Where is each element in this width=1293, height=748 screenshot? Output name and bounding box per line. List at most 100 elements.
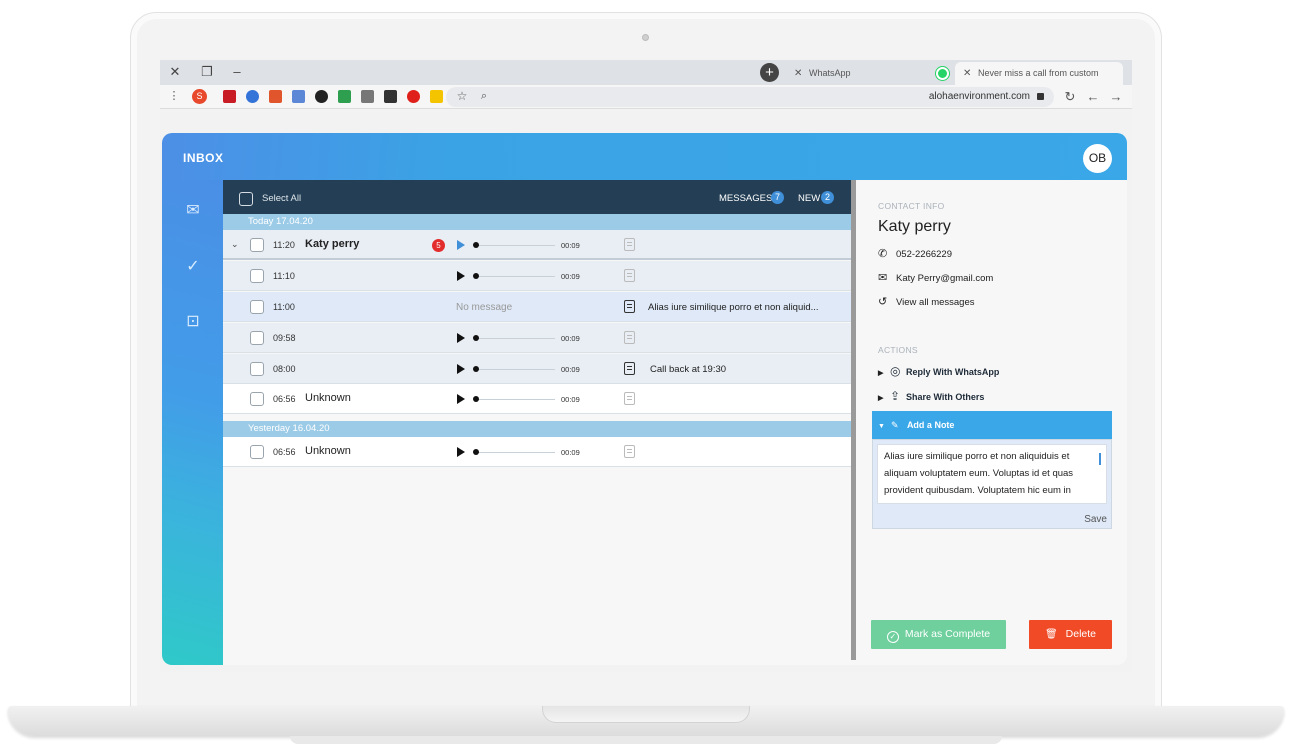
note-icon[interactable] — [624, 300, 635, 313]
audio-track[interactable] — [475, 399, 555, 400]
audio-duration: 00:09 — [561, 448, 580, 457]
mark-complete-button[interactable]: ✓ Mark as Complete — [871, 620, 1006, 649]
contact-email[interactable]: ✉ Katy Perry@gmail.com — [878, 271, 993, 284]
audio-track[interactable] — [475, 452, 555, 453]
messages-count-badge: 7 — [771, 191, 784, 204]
megaphone-extension-icon[interactable] — [269, 90, 282, 103]
select-all-label[interactable]: Select All — [262, 193, 301, 204]
audio-track[interactable] — [475, 369, 555, 370]
audio-scrubber[interactable] — [473, 273, 479, 279]
select-all-checkbox[interactable] — [239, 192, 253, 206]
audio-duration: 00:09 — [561, 365, 580, 374]
bookmark-star-icon[interactable]: ☆ — [454, 88, 470, 105]
messages-label: MESSAGES — [719, 193, 773, 204]
minimize-window-icon[interactable]: – — [228, 63, 246, 81]
audio-track[interactable] — [475, 245, 555, 246]
address-bar[interactable]: ☆ ⌕ alohaenvironment.com — [446, 87, 1054, 107]
add-note-header[interactable]: ▼ ✎ Add a Note — [872, 411, 1112, 439]
panel-splitter[interactable] — [851, 180, 856, 660]
share-others-action[interactable]: ▶ ⇪ Share With Others — [878, 389, 984, 403]
note-icon[interactable] — [624, 238, 635, 251]
delete-button[interactable]: 🗑 Delete — [1029, 620, 1112, 649]
table-row[interactable]: 08:00 00:09 Call back at 19:30 — [223, 354, 851, 384]
table-row[interactable]: 06:56 Unknown 00:09 — [223, 437, 851, 467]
contact-phone[interactable]: ✆ 052-2266229 — [878, 247, 952, 260]
email-text: Katy Perry@gmail.com — [896, 273, 994, 284]
new-tab-plus-icon[interactable]: + — [760, 63, 779, 82]
bolt-extension-icon[interactable] — [384, 90, 397, 103]
tab-never-miss-call[interactable]: ✕ Never miss a call from customers — [955, 62, 1123, 85]
row-time: 06:56 — [273, 447, 296, 457]
back-arrow-icon[interactable]: ← — [1085, 88, 1101, 105]
browser-toolbar: ⋮ S ☆ ⌕ alohaenvironment.com ↻ ← → — [160, 85, 1132, 109]
play-icon[interactable] — [457, 271, 465, 281]
note-icon[interactable] — [624, 362, 635, 375]
play-icon[interactable] — [457, 447, 465, 457]
play-icon[interactable] — [457, 394, 465, 404]
row-checkbox[interactable] — [250, 269, 264, 283]
note-icon[interactable] — [624, 445, 635, 458]
audio-scrubber[interactable] — [473, 242, 479, 248]
play-icon[interactable] — [457, 364, 465, 374]
row-checkbox[interactable] — [250, 392, 264, 406]
scrollbar[interactable] — [1099, 453, 1101, 465]
audio-scrubber[interactable] — [473, 335, 479, 341]
play-icon[interactable] — [457, 333, 465, 343]
no-message-text: No message — [456, 302, 513, 313]
audio-track[interactable] — [475, 338, 555, 339]
list-header: Select All MESSAGES 7 NEW 2 — [223, 180, 851, 214]
reply-whatsapp-action[interactable]: ▶ ◎ Reply With WhatsApp — [878, 364, 999, 378]
yellow-extension-icon[interactable] — [430, 90, 443, 103]
table-row[interactable]: 09:58 00:09 — [223, 323, 851, 353]
camera-extension-icon[interactable] — [361, 90, 374, 103]
table-row[interactable]: ⌄ 11:20 Katy perry 5 00:09 — [223, 230, 851, 260]
row-checkbox[interactable] — [250, 300, 264, 314]
close-window-icon[interactable]: ✕ — [166, 63, 184, 81]
ruler-extension-icon[interactable] — [338, 90, 351, 103]
play-icon[interactable] — [457, 240, 465, 250]
message-list: Select All MESSAGES 7 NEW 2 Today 17.04.… — [223, 180, 851, 665]
close-tab-icon[interactable]: ✕ — [794, 62, 802, 85]
row-checkbox[interactable] — [250, 362, 264, 376]
pdf-extension-icon[interactable] — [223, 90, 236, 103]
note-icon[interactable] — [624, 269, 635, 282]
audio-scrubber[interactable] — [473, 396, 479, 402]
audio-track[interactable] — [475, 276, 555, 277]
dark-extension-icon[interactable] — [315, 90, 328, 103]
close-tab-icon[interactable]: ✕ — [963, 62, 971, 85]
audio-scrubber[interactable] — [473, 449, 479, 455]
menu-kebab-icon[interactable]: ⋮ — [166, 88, 182, 105]
table-row[interactable]: 11:00 No message Alias iure similique po… — [223, 292, 851, 322]
table-row[interactable]: 06:56 Unknown 00:09 — [223, 384, 851, 414]
view-all-messages-link[interactable]: ↺ View all messages — [878, 295, 975, 308]
note-textarea[interactable]: Alias iure similique porro et non aliqui… — [877, 444, 1107, 504]
new-label: NEW — [798, 193, 821, 204]
translate-extension-icon[interactable] — [292, 90, 305, 103]
row-checkbox[interactable] — [250, 238, 264, 252]
note-icon[interactable] — [624, 392, 635, 405]
opera-extension-icon[interactable] — [407, 90, 420, 103]
forward-arrow-icon[interactable]: → — [1108, 88, 1124, 105]
row-checkbox[interactable] — [250, 331, 264, 345]
audio-scrubber[interactable] — [473, 366, 479, 372]
search-icon[interactable]: ⌕ — [476, 88, 492, 105]
restore-window-icon[interactable]: ❐ — [198, 63, 216, 81]
row-checkbox[interactable] — [250, 445, 264, 459]
lock-icon — [1037, 93, 1044, 100]
reports-icon[interactable]: ⊡ — [182, 313, 204, 331]
new-count-badge: 2 — [821, 191, 834, 204]
avatar[interactable]: OB — [1083, 144, 1112, 173]
contact-panel: CONTACT INFO Katy perry ✆ 052-2266229 ✉ Ka… — [858, 180, 1127, 665]
note-icon[interactable] — [624, 331, 635, 344]
refresh-extension-icon[interactable] — [246, 90, 259, 103]
inbox-mail-icon[interactable]: ✉ — [182, 202, 204, 220]
chevron-down-icon[interactable]: ⌄ — [231, 239, 239, 250]
profile-extension-icon[interactable]: S — [192, 89, 207, 104]
checkmark-icon[interactable]: ✓ — [182, 258, 204, 276]
tab-whatsapp[interactable]: ✕ WhatsApp — [786, 62, 954, 85]
row-time: 11:20 — [273, 240, 295, 250]
row-time: 06:56 — [273, 394, 296, 404]
save-button[interactable]: Save — [1084, 514, 1107, 525]
table-row[interactable]: 11:10 00:09 — [223, 261, 851, 291]
reload-icon[interactable]: ↻ — [1062, 88, 1078, 105]
